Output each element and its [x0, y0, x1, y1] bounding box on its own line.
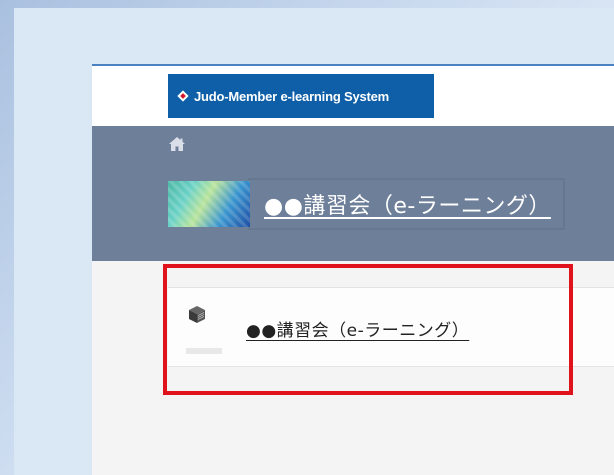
- home-icon[interactable]: [168, 136, 186, 152]
- course-title-row: ●●講習会（e-ラーニング）: [168, 174, 563, 234]
- logo-text: Judo-Member e-learning System: [194, 88, 390, 104]
- site-logo[interactable]: Judo-Member e-learning System: [168, 74, 434, 118]
- course-content: ●●講習会（e-ラーニング）: [92, 261, 614, 367]
- list-item[interactable]: ●●講習会（e-ラーニング）: [168, 287, 614, 367]
- course-title-link[interactable]: ●●講習会（e-ラーニング）: [264, 194, 551, 219]
- screenshot-frame: Judo-Member e-learning System ●●講習会（e-ラー…: [0, 0, 614, 475]
- course-header: ●●講習会（e-ラーニング）: [92, 126, 614, 261]
- course-thumbnail: [168, 181, 250, 227]
- course-item-link[interactable]: ●●講習会（e-ラーニング）: [246, 316, 469, 341]
- progress-bar: [186, 348, 222, 354]
- logo-diamond-icon: [178, 91, 189, 102]
- course-title-box: ●●講習会（e-ラーニング）: [250, 180, 563, 228]
- book-icon: [189, 306, 205, 323]
- site-header: Judo-Member e-learning System: [92, 66, 614, 126]
- browser-page: Judo-Member e-learning System ●●講習会（e-ラー…: [92, 64, 614, 475]
